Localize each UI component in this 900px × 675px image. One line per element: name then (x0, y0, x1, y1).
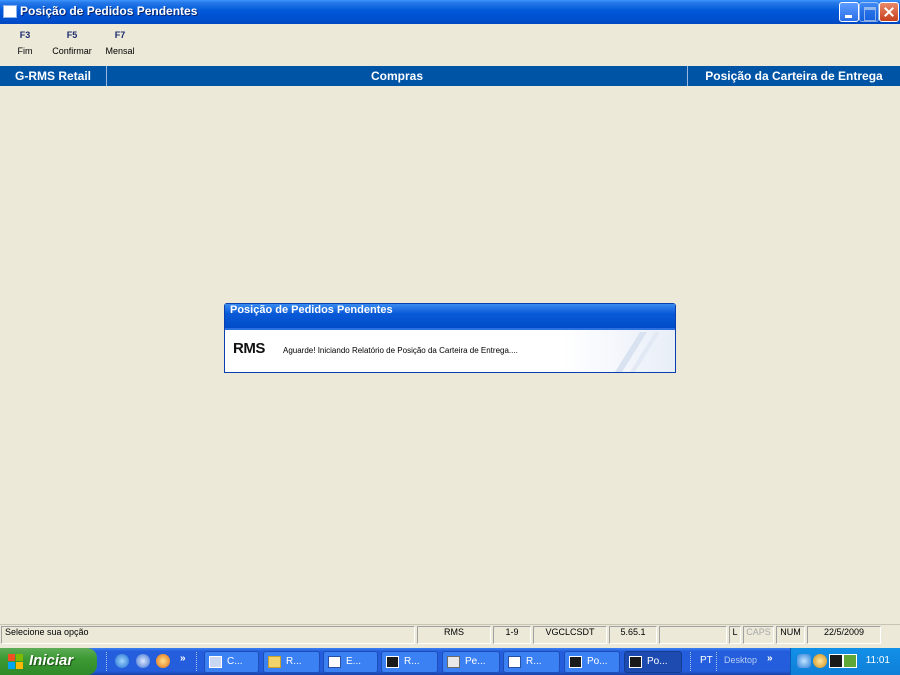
window-icon (209, 656, 222, 668)
rms-app-icon (569, 656, 582, 668)
rms-app-icon (386, 656, 399, 668)
taskbar-button-label: Po... (587, 656, 608, 667)
start-button[interactable]: Iniciar (0, 648, 97, 675)
update-tray-icon[interactable] (843, 654, 857, 668)
taskbar-button-pe[interactable]: Pe... (442, 651, 500, 673)
system-tray: 11:01 (790, 648, 900, 675)
product-name: G-RMS Retail (14, 69, 91, 83)
f3-fim-button[interactable]: F3 Fim (12, 30, 38, 56)
status-range: 1-9 (493, 626, 531, 644)
taskbar-button-folder[interactable]: R... (263, 651, 320, 673)
status-l-indicator: L (729, 626, 741, 644)
desktop-toolbar-overflow-icon[interactable]: » (767, 653, 773, 664)
quicklaunch-overflow-icon[interactable]: » (180, 653, 186, 664)
toolbar-grip (106, 652, 109, 671)
taskbar-button-po[interactable]: Po... (564, 651, 620, 673)
internet-explorer-icon[interactable] (115, 654, 129, 668)
function-key-label: F3 (19, 30, 31, 40)
module-name: Compras (106, 66, 687, 86)
status-date: 22/5/2009 (807, 626, 881, 644)
window-title: Posição de Pedidos Pendentes (20, 4, 198, 18)
maximize-button[interactable] (859, 2, 879, 22)
taskbar-button-c[interactable]: C... (204, 651, 259, 673)
function-key-caption: Confirmar (52, 46, 92, 56)
close-button[interactable] (879, 2, 899, 22)
dialog-title: Posição de Pedidos Pendentes (225, 304, 675, 328)
media-player-icon[interactable] (156, 654, 170, 668)
windows-flag-icon (8, 654, 23, 669)
desktop-toolbar-label[interactable]: Desktop (724, 655, 757, 665)
taskbar-button-rms[interactable]: R... (381, 651, 438, 673)
toolbar-grip (716, 652, 719, 671)
f5-confirmar-button[interactable]: F5 Confirmar (48, 30, 96, 56)
status-num-indicator: NUM (776, 626, 805, 644)
app-window-icon (3, 5, 17, 18)
function-key-label: F5 (66, 30, 78, 40)
taskbar-button-label: R... (404, 656, 420, 667)
window-titlebar[interactable]: Posição de Pedidos Pendentes (0, 0, 900, 24)
status-message: Selecione sua opção (1, 626, 415, 644)
status-version: 5.65.1 (609, 626, 657, 644)
module-header: G-RMS Retail Compras Posição da Carteira… (0, 66, 900, 86)
rms-logo: RMS (233, 340, 265, 357)
network-tray-icon[interactable] (797, 654, 811, 668)
function-key-caption: Fim (17, 46, 33, 56)
function-key-label: F7 (114, 30, 126, 40)
antivirus-tray-icon[interactable] (813, 654, 827, 668)
language-indicator[interactable]: PT (700, 655, 713, 666)
taskbar-button-po-active[interactable]: Po... (624, 651, 682, 673)
taskbar-button-document[interactable]: R... (503, 651, 560, 673)
taskbar-button-label: C... (227, 656, 243, 667)
status-blank-panel (659, 626, 727, 644)
screen-name: Posição da Carteira de Entrega (687, 66, 900, 86)
status-bar: Selecione sua opção RMS 1-9 VGCLCSDT 5.6… (0, 624, 900, 644)
folder-icon (268, 656, 281, 668)
start-label: Iniciar (29, 652, 74, 669)
status-caps-indicator: CAPS (743, 626, 774, 644)
document-icon (508, 656, 521, 668)
taskbar-button-label: R... (526, 656, 542, 667)
taskbar-button-label: E... (346, 656, 362, 667)
application-icon (447, 656, 460, 668)
rms-app-icon (629, 656, 642, 668)
decorative-swoosh-icon (615, 332, 660, 372)
taskbar-button-label: Pe... (465, 656, 486, 667)
clock[interactable]: 11:01 (866, 655, 890, 666)
windows-taskbar: Iniciar » C... R... E... R... Pe... R...… (0, 648, 900, 675)
toolbar-grip (196, 652, 199, 671)
toolbar-grip (690, 652, 693, 671)
taskbar-button-label: R... (286, 656, 302, 667)
taskbar-button-word[interactable]: E... (323, 651, 378, 673)
status-system: RMS (417, 626, 491, 644)
status-user: VGCLCSDT (533, 626, 607, 644)
dialog-message: Aguarde! Iniciando Relatório de Posição … (283, 346, 518, 355)
function-key-toolbar: F3 Fim F5 Confirmar F7 Mensal (0, 24, 900, 65)
function-key-caption: Mensal (105, 46, 135, 56)
taskbar-button-label: Po... (647, 656, 668, 667)
dialog-body: RMS Aguarde! Iniciando Relatório de Posi… (225, 328, 675, 372)
rms-tray-icon[interactable] (829, 654, 843, 668)
document-icon (328, 656, 341, 668)
f7-mensal-button[interactable]: F7 Mensal (102, 30, 138, 56)
minimize-button[interactable] (839, 2, 859, 22)
progress-dialog: Posição de Pedidos Pendentes RMS Aguarde… (224, 303, 676, 373)
browser-quicklaunch-icon[interactable] (136, 654, 150, 668)
